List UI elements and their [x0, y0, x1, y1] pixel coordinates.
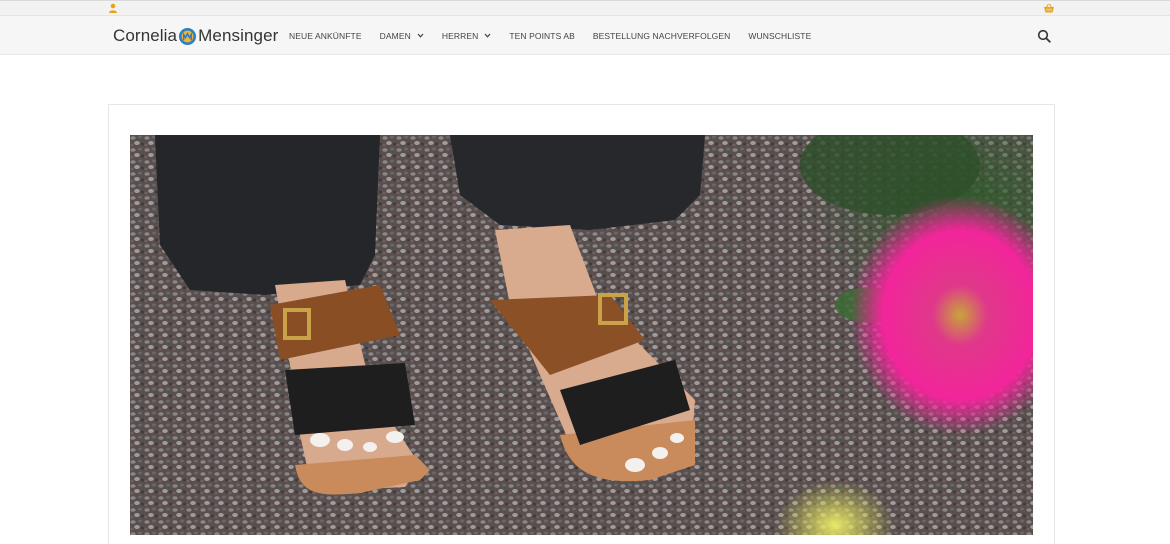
- chevron-down-icon: [484, 33, 491, 38]
- nav-item-label: HERREN: [441, 30, 479, 41]
- nav-item-label: WUNSCHLISTE: [748, 30, 812, 41]
- nav-item-damen[interactable]: DAMEN: [380, 31, 424, 41]
- nav-item-label: DAMEN: [379, 30, 411, 41]
- nav-item-bestellung-nachverfolgen[interactable]: BESTELLUNG NACHVERFOLGEN: [593, 31, 731, 41]
- nav-item-label: BESTELLUNG NACHVERFOLGEN: [592, 30, 731, 41]
- nav-item-label: TEN POINTS AB: [509, 30, 575, 41]
- brand-logo[interactable]: Cornelia Mensinger: [113, 25, 278, 47]
- user-icon[interactable]: [108, 3, 118, 13]
- chevron-down-icon: [417, 33, 424, 38]
- main-navbar: Cornelia Mensinger NEUE ANKÜNFTE DAMEN H…: [0, 16, 1170, 55]
- primary-nav: NEUE ANKÜNFTE DAMEN HERREN TEN POINTS AB…: [289, 16, 829, 55]
- basket-icon[interactable]: [1043, 3, 1055, 13]
- nav-item-herren[interactable]: HERREN: [442, 31, 492, 41]
- product-photo-sandals[interactable]: [130, 135, 1033, 535]
- search-icon[interactable]: [1037, 29, 1051, 43]
- brand-name-right: Mensinger: [198, 26, 279, 45]
- nav-item-wunschliste[interactable]: WUNSCHLISTE: [748, 31, 811, 41]
- top-utility-bar: [0, 0, 1170, 16]
- nav-item-ten-points[interactable]: TEN POINTS AB: [509, 31, 575, 41]
- brand-name-left: Cornelia: [113, 26, 178, 45]
- nav-item-label: NEUE ANKÜNFTE: [289, 30, 362, 41]
- sandals-image: [130, 135, 1033, 535]
- nav-item-neue-ankuenfte[interactable]: NEUE ANKÜNFTE: [289, 31, 362, 41]
- logo-mark-icon: [179, 27, 197, 45]
